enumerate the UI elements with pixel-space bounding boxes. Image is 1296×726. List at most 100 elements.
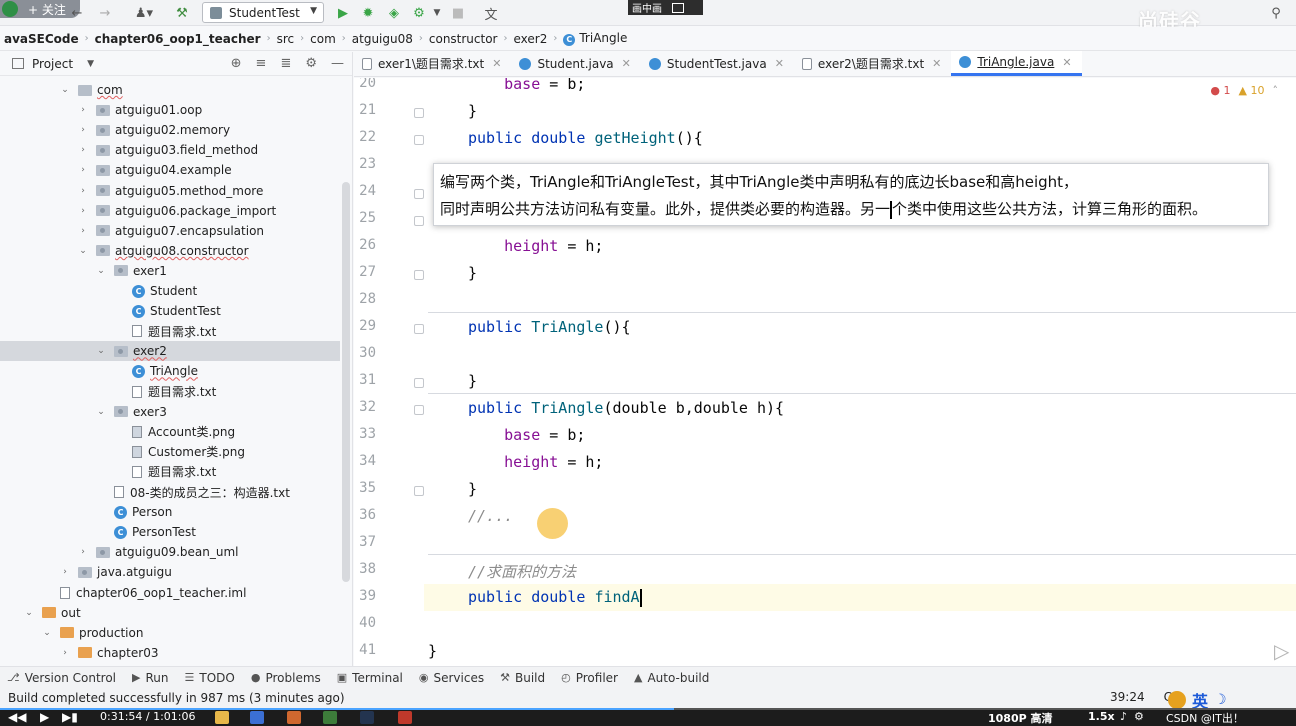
translate-icon[interactable]: 文 xyxy=(480,3,502,23)
video-quality[interactable]: 1080P 高清 xyxy=(988,710,1053,726)
taskbar-intellij-icon[interactable] xyxy=(360,711,374,724)
chevron-down-icon[interactable]: ⌄ xyxy=(78,246,88,256)
vcs-user-icon[interactable]: ♟▾ xyxy=(130,3,158,23)
tree-item[interactable]: › atguigu01.oop xyxy=(0,100,340,120)
chevron-down-icon[interactable]: ⌄ xyxy=(96,266,106,276)
settings-gear-icon[interactable]: ⚙ xyxy=(305,56,317,71)
hide-panel-icon[interactable]: — xyxy=(331,56,344,71)
caret-position[interactable]: 39:24 CI xyxy=(1110,690,1176,704)
prev-icon[interactable]: ◀◀ xyxy=(8,710,26,724)
tree-item[interactable]: › atguigu09.bean_uml xyxy=(0,542,340,562)
taskbar-app-icon[interactable] xyxy=(250,711,264,724)
chevron-down-icon[interactable]: ⌄ xyxy=(42,628,52,638)
tree-item[interactable]: ⌄ exer1 xyxy=(0,261,340,281)
tree-item[interactable]: › java.atguigu xyxy=(0,562,340,582)
inspection-up-icon[interactable]: ˄ xyxy=(1273,84,1279,97)
more-run-chevron-icon[interactable]: ▼ xyxy=(430,3,444,23)
chevron-down-icon[interactable]: ⌄ xyxy=(24,608,34,618)
crumb-class[interactable]: C TriAngle xyxy=(559,31,631,46)
tool-tab[interactable]: ⎇ Version Control xyxy=(0,671,125,685)
crumb-project[interactable]: avaSECode xyxy=(0,32,83,46)
tree-item[interactable]: C Student xyxy=(0,281,340,301)
fold-marker-icon[interactable] xyxy=(414,135,424,145)
chevron-right-icon[interactable]: › xyxy=(78,206,88,216)
crumb-com[interactable]: com xyxy=(306,32,340,46)
project-view-chevron-icon[interactable]: ▼ xyxy=(87,59,94,69)
close-icon[interactable]: ✕ xyxy=(622,57,631,70)
editor-tab[interactable]: TriAngle.java ✕ xyxy=(951,51,1082,76)
tool-tab[interactable]: ▣ Terminal xyxy=(330,671,412,685)
tree-item[interactable]: C StudentTest xyxy=(0,301,340,321)
build-hammer-icon[interactable]: ⚒ xyxy=(172,3,192,23)
tool-tab[interactable]: ▲ Auto-build xyxy=(627,671,718,685)
fold-marker-icon[interactable] xyxy=(414,108,424,118)
close-icon[interactable]: ✕ xyxy=(775,57,784,70)
tree-item[interactable]: › atguigu05.method_more xyxy=(0,181,340,201)
fold-marker-icon[interactable] xyxy=(414,486,424,496)
coverage-icon[interactable]: ◈ xyxy=(384,3,404,23)
inspection-widget[interactable]: ● 1 ▲ 10 ˄ xyxy=(1210,84,1278,97)
fold-marker-icon[interactable] xyxy=(414,405,424,415)
tool-tab[interactable]: ◉ Services xyxy=(412,671,493,685)
chevron-down-icon[interactable]: ⌄ xyxy=(96,346,106,356)
fold-marker-icon[interactable] xyxy=(414,270,424,280)
chevron-right-icon[interactable]: › xyxy=(60,648,70,658)
tree-item[interactable]: ⌄ exer2 xyxy=(0,341,340,362)
tree-item[interactable]: › atguigu03.field_method xyxy=(0,140,340,160)
run-icon[interactable]: ▶ xyxy=(334,3,352,23)
tree-item[interactable]: 08-类的成员之三：构造器.txt xyxy=(0,482,340,502)
close-icon[interactable]: ✕ xyxy=(492,57,501,70)
editor-tab[interactable]: Student.java ✕ xyxy=(511,51,640,76)
tree-item[interactable]: ⌄ com xyxy=(0,80,340,100)
tool-tab[interactable]: ◴ Profiler xyxy=(554,671,627,685)
stop-icon[interactable]: ■ xyxy=(450,3,466,23)
tree-item[interactable]: C Person xyxy=(0,502,340,522)
tree-item[interactable]: C TriAngle xyxy=(0,361,340,381)
tree-item[interactable]: › atguigu06.package_import xyxy=(0,201,340,221)
tree-item[interactable]: Account类.png xyxy=(0,422,340,442)
crumb-module[interactable]: chapter06_oop1_teacher xyxy=(91,32,265,46)
tree-item[interactable]: › chapter03 xyxy=(0,643,340,663)
tree-item[interactable]: › atguigu02.memory xyxy=(0,120,340,140)
next-icon[interactable]: ▶▮ xyxy=(62,710,78,724)
chevron-right-icon[interactable]: › xyxy=(78,547,88,557)
settings-icon[interactable]: ⚙ xyxy=(1134,710,1144,723)
chevron-down-icon[interactable]: ⌄ xyxy=(96,407,106,417)
tool-tab[interactable]: ☰ TODO xyxy=(178,671,244,685)
run-config-select[interactable]: StudentTest ▼ xyxy=(202,2,324,23)
editor-tab[interactable]: exer1\题目需求.txt ✕ xyxy=(354,51,511,76)
tree-item[interactable]: ⌄ out xyxy=(0,603,340,623)
search-everywhere-icon[interactable]: ⚲ xyxy=(1266,3,1286,23)
fold-marker-icon[interactable] xyxy=(414,216,424,226)
tree-item[interactable]: › atguigu04.example xyxy=(0,160,340,180)
back-icon[interactable]: ← xyxy=(68,3,86,23)
tool-tab[interactable]: ▶ Run xyxy=(125,671,177,685)
play-icon[interactable]: ▶ xyxy=(40,710,49,724)
forward-icon[interactable]: → xyxy=(96,3,114,23)
tool-tab[interactable]: ⚒ Build xyxy=(493,671,554,685)
build-status-message[interactable]: Build completed successfully in 987 ms (… xyxy=(8,691,345,705)
crumb-atguigu08[interactable]: atguigu08 xyxy=(348,32,417,46)
chevron-down-icon[interactable]: ⌄ xyxy=(60,85,70,95)
editor-tab[interactable]: exer2\题目需求.txt ✕ xyxy=(794,51,951,76)
project-view-label[interactable]: Project xyxy=(32,57,73,71)
tree-item[interactable]: ⌄ exer3 xyxy=(0,402,340,422)
chevron-right-icon[interactable]: › xyxy=(78,105,88,115)
fold-marker-icon[interactable] xyxy=(414,324,424,334)
fold-marker-icon[interactable] xyxy=(414,378,424,388)
crumb-constructor[interactable]: constructor xyxy=(425,32,502,46)
taskbar-app-icon[interactable] xyxy=(287,711,301,724)
tree-item[interactable]: › atguigu07.encapsulation xyxy=(0,221,340,241)
tool-tab[interactable]: ● Problems xyxy=(244,671,330,685)
taskbar-app-icon[interactable] xyxy=(323,711,337,724)
editor-gutter[interactable]: 20 21 22 23 24 25 26 27 28 29 30 31 32 33 34 35 36 37 38 39… xyxy=(354,78,424,666)
collapse-all-icon[interactable]: ≣ xyxy=(280,56,291,71)
debug-icon[interactable]: ✹ xyxy=(359,3,377,23)
crumb-src[interactable]: src xyxy=(273,32,299,46)
profile-icon[interactable]: ⚙ xyxy=(410,3,428,23)
tree-item[interactable]: 题目需求.txt xyxy=(0,382,340,402)
chevron-right-icon[interactable]: › xyxy=(78,186,88,196)
chevron-right-icon[interactable]: › xyxy=(60,567,70,577)
chevron-right-icon[interactable]: › xyxy=(78,145,88,155)
tree-item[interactable]: ⌄ production xyxy=(0,623,340,643)
